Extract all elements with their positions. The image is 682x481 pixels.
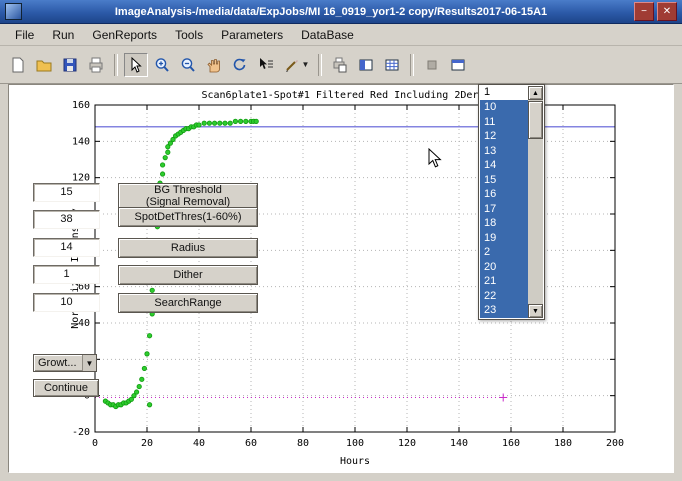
new-file-icon[interactable] xyxy=(6,53,30,77)
stop-icon[interactable] xyxy=(420,53,444,77)
param-input-bg-threshold[interactable]: 15 xyxy=(33,183,100,202)
menu-parameters[interactable]: Parameters xyxy=(212,26,292,44)
menubar: FileRunGenReportsToolsParametersDataBase xyxy=(0,24,682,46)
spot-number-listbox: 1 10111213141516171819220212223 ▲ ▼ xyxy=(478,84,545,320)
param-button-searchrange[interactable]: SearchRange xyxy=(118,293,258,313)
zoom-in-icon[interactable] xyxy=(150,53,174,77)
pointer-dropdown-icon[interactable] xyxy=(254,53,278,77)
list-item[interactable]: 10 xyxy=(480,100,528,115)
table-icon[interactable] xyxy=(380,53,404,77)
list-item[interactable]: 18 xyxy=(480,216,528,231)
open-folder-icon[interactable] xyxy=(32,53,56,77)
close-button[interactable]: ✕ xyxy=(657,2,677,21)
menu-tools[interactable]: Tools xyxy=(166,26,212,44)
param-input-searchrange[interactable]: 10 xyxy=(33,293,100,312)
list-item[interactable]: 12 xyxy=(480,129,528,144)
toolbar-separator xyxy=(114,54,118,76)
window-layout-icon[interactable] xyxy=(446,53,470,77)
growth-dropdown-label: Growt... xyxy=(38,357,77,369)
scrollbar-thumb[interactable] xyxy=(528,101,543,139)
param-button-spotdetthres-1-60-[interactable]: SpotDetThres(1-60%) xyxy=(118,207,258,227)
toolbar: ▼ xyxy=(0,46,682,84)
save-icon[interactable] xyxy=(58,53,82,77)
list-item[interactable]: 19 xyxy=(480,231,528,246)
combo-arrow-icon[interactable]: ▼ xyxy=(82,355,96,371)
titlebar[interactable]: ImageAnalysis-/media/data/ExpJobs/MI 16_… xyxy=(0,0,682,24)
toolbar-separator xyxy=(410,54,414,76)
draw-dropdown-icon[interactable]: ▼ xyxy=(280,53,312,77)
list-item[interactable]: 23 xyxy=(480,303,528,318)
dropdown-arrow-icon: ▼ xyxy=(302,60,310,69)
window-title: ImageAnalysis-/media/data/ExpJobs/MI 16_… xyxy=(28,6,634,18)
list-item[interactable]: 16 xyxy=(480,187,528,202)
menu-run[interactable]: Run xyxy=(43,26,83,44)
continue-button-label: Continue xyxy=(44,382,88,394)
list-item[interactable]: 2 xyxy=(480,245,528,260)
list-scrollbar[interactable]: ▲ ▼ xyxy=(528,86,543,318)
menu-database[interactable]: DataBase xyxy=(292,26,363,44)
scroll-down-icon[interactable]: ▼ xyxy=(528,304,543,318)
toolbar-separator xyxy=(318,54,322,76)
param-button-radius[interactable]: Radius xyxy=(118,238,258,258)
menu-genreports[interactable]: GenReports xyxy=(83,26,166,44)
select-arrow-icon[interactable] xyxy=(124,53,148,77)
print-preview-icon[interactable] xyxy=(328,53,352,77)
list-item[interactable]: 13 xyxy=(480,144,528,159)
zoom-reset-icon[interactable] xyxy=(228,53,252,77)
print-icon[interactable] xyxy=(84,53,108,77)
list-item[interactable]: 21 xyxy=(480,274,528,289)
growth-dropdown[interactable]: Growt... ▼ xyxy=(33,354,97,372)
panel-icon[interactable] xyxy=(354,53,378,77)
app-icon xyxy=(5,3,22,20)
param-button-bg-threshold[interactable]: BG Threshold(Signal Removal) xyxy=(118,183,258,209)
pan-hand-icon[interactable] xyxy=(202,53,226,77)
plot-canvas[interactable] xyxy=(8,84,674,473)
list-item-current[interactable]: 1 xyxy=(480,86,528,99)
menu-file[interactable]: File xyxy=(6,26,43,44)
param-input-spotdetthres-1-60-[interactable]: 38 xyxy=(33,210,100,229)
param-input-radius[interactable]: 14 xyxy=(33,238,100,257)
window-frame xyxy=(674,84,682,481)
scroll-up-icon[interactable]: ▲ xyxy=(528,86,543,100)
minimize-button[interactable]: − xyxy=(634,2,654,21)
list-item[interactable]: 15 xyxy=(480,173,528,188)
list-item[interactable]: 17 xyxy=(480,202,528,217)
param-input-dither[interactable]: 1 xyxy=(33,265,100,284)
list-item[interactable]: 22 xyxy=(480,289,528,304)
list-item[interactable]: 14 xyxy=(480,158,528,173)
zoom-out-icon[interactable] xyxy=(176,53,200,77)
window-frame xyxy=(0,473,682,481)
list-item[interactable]: 20 xyxy=(480,260,528,275)
continue-button[interactable]: Continue xyxy=(33,379,99,397)
list-item[interactable]: 11 xyxy=(480,115,528,130)
param-button-dither[interactable]: Dither xyxy=(118,265,258,285)
